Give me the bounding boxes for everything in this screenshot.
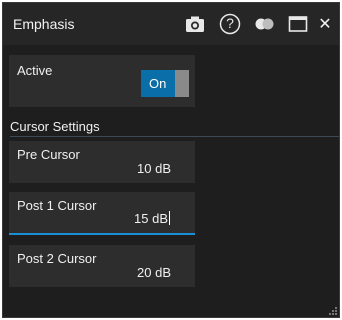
help-icon[interactable]: ? xyxy=(218,12,242,36)
active-toggle[interactable]: On xyxy=(141,70,189,97)
focus-underline xyxy=(9,233,195,235)
post1-cursor-value: 15 dB xyxy=(134,211,168,226)
close-glyph: ✕ xyxy=(318,16,332,33)
active-card: Active On xyxy=(9,55,195,107)
resize-grip-icon[interactable] xyxy=(329,307,337,315)
help-glyph: ? xyxy=(226,15,234,31)
maximize-icon[interactable] xyxy=(286,12,310,36)
dialog-content: Active On Cursor Settings Pre Cursor 10 … xyxy=(3,45,339,317)
active-toggle-text: On xyxy=(149,76,167,91)
dialog-title: Emphasis xyxy=(13,16,75,32)
post1-cursor-value-wrap: 15 dB xyxy=(134,211,170,226)
post2-cursor-value: 20 dB xyxy=(137,265,171,280)
post1-cursor-field[interactable]: Post 1 Cursor 15 dB xyxy=(9,192,195,235)
post2-cursor-label: Post 2 Cursor xyxy=(17,251,97,266)
pre-cursor-label: Pre Cursor xyxy=(17,147,80,162)
camera-icon[interactable] xyxy=(183,12,207,36)
post1-cursor-label: Post 1 Cursor xyxy=(17,198,97,213)
pre-cursor-field[interactable]: Pre Cursor 10 dB xyxy=(9,141,195,183)
toggle-knob xyxy=(175,70,189,97)
close-icon[interactable]: ✕ xyxy=(313,12,337,36)
post2-cursor-field[interactable]: Post 2 Cursor 20 dB xyxy=(9,245,195,287)
section-title: Cursor Settings xyxy=(10,119,100,134)
text-caret xyxy=(169,211,170,225)
toggle-dots-icon[interactable] xyxy=(253,12,277,36)
dialog-titlebar[interactable]: Emphasis ? ✕ xyxy=(3,3,339,45)
active-label: Active xyxy=(17,63,53,78)
emphasis-dialog: Emphasis ? ✕ Active On Cursor Settings P… xyxy=(2,2,340,318)
section-divider xyxy=(10,136,339,137)
pre-cursor-value: 10 dB xyxy=(137,161,171,176)
